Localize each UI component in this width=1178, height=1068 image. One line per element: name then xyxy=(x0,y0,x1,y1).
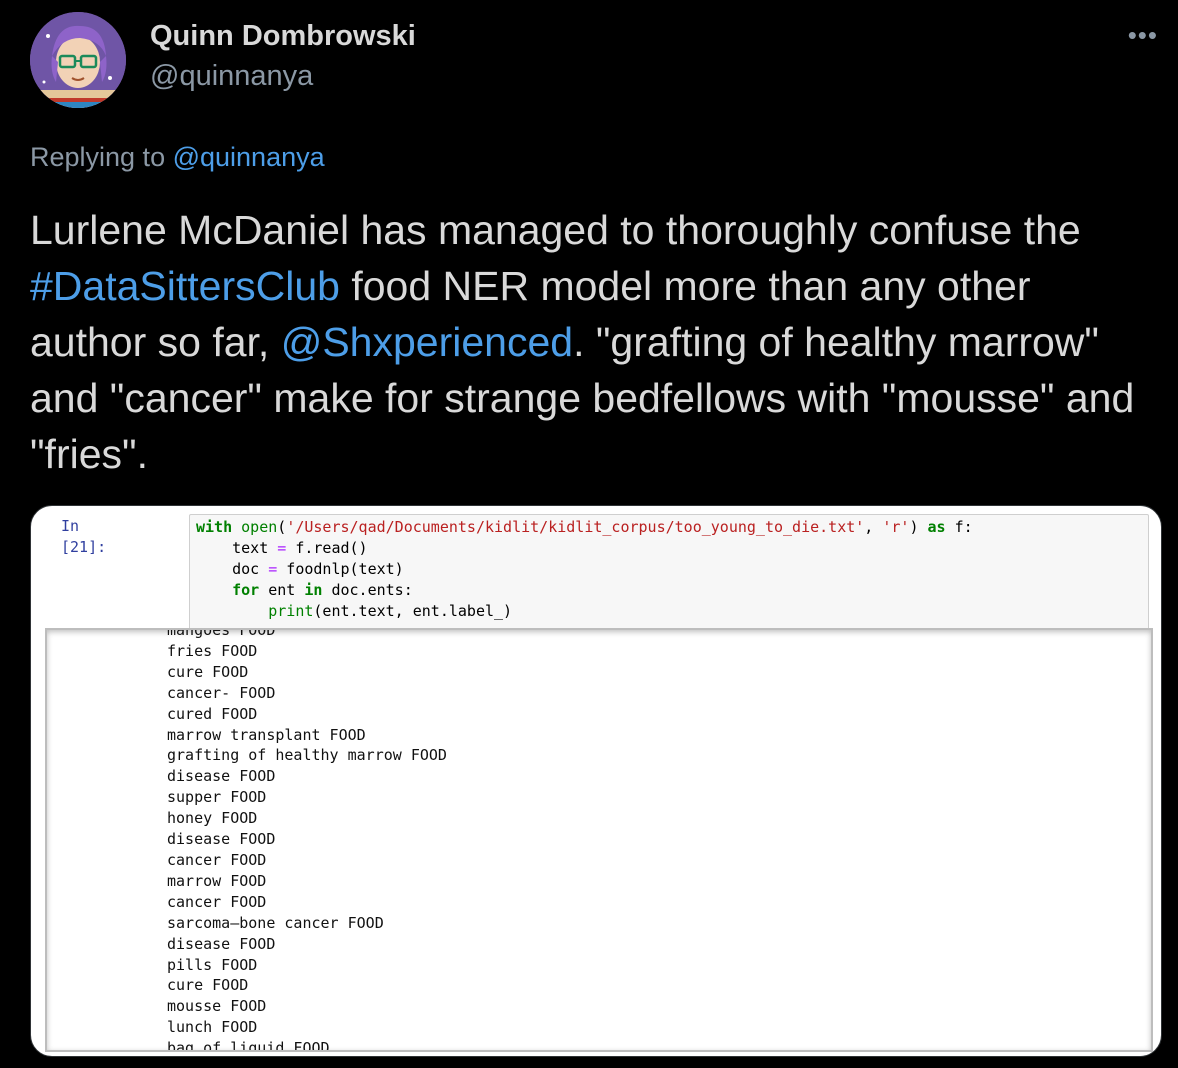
code-input: with open('/Users/qad/Documents/kidlit/k… xyxy=(189,514,1149,630)
tweet-text: Lurlene McDaniel has managed to thorough… xyxy=(30,202,1150,482)
output-line: cancer FOOD xyxy=(167,892,267,911)
output-line: honey FOOD xyxy=(167,809,258,828)
cell-output[interactable]: mangoes FOOD fries FOOD cure FOOD cancer- F… xyxy=(45,628,1153,1052)
reply-prefix: Replying to xyxy=(30,142,173,172)
code-token: = xyxy=(268,560,278,578)
code-token: f.read() xyxy=(286,539,368,557)
code-token: = xyxy=(277,539,287,557)
cell-prompt: In [21]: xyxy=(61,517,107,556)
more-options-icon[interactable]: ••• xyxy=(1128,20,1158,51)
output-line: sarcoma—bone cancer FOOD xyxy=(167,913,384,932)
author-handle[interactable]: @quinnanya xyxy=(150,60,313,93)
reply-handle-link[interactable]: @quinnanya xyxy=(173,142,325,172)
output-line: marrow FOOD xyxy=(167,871,267,890)
code-token: '/Users/qad/Documents/kidlit/kidlit_corp… xyxy=(286,518,865,536)
tweet-header: Quinn Dombrowski @quinnanya ••• xyxy=(30,12,1160,112)
output-line: cured FOOD xyxy=(167,704,258,723)
code-token: ) xyxy=(909,518,928,536)
output-line: mousse FOOD xyxy=(167,997,267,1016)
output-line: mangoes FOOD xyxy=(167,628,276,639)
output-line: cancer- FOOD xyxy=(167,683,276,702)
author-name[interactable]: Quinn Dombrowski xyxy=(150,20,416,53)
output-line: pills FOOD xyxy=(167,955,258,974)
code-token: 'r' xyxy=(882,518,910,536)
avatar-illustration xyxy=(30,12,126,108)
avatar[interactable] xyxy=(30,12,126,108)
tweet-text-part: Lurlene McDaniel has managed to thorough… xyxy=(30,207,1081,253)
output-line: cure FOOD xyxy=(167,976,249,995)
code-token: doc.ents: xyxy=(322,581,413,599)
code-token: , xyxy=(864,518,883,536)
hashtag-link[interactable]: #DataSittersClub xyxy=(30,263,340,309)
code-token: as xyxy=(927,518,946,536)
code-token: foodnlp(text) xyxy=(277,560,404,578)
output-line: disease FOOD xyxy=(167,767,276,786)
media-image[interactable]: In [21]: with open('/Users/qad/Documents… xyxy=(30,505,1162,1057)
output-line: supper FOOD xyxy=(167,788,267,807)
output-line: cancer FOOD xyxy=(167,850,267,869)
output-line: cure FOOD xyxy=(167,662,249,681)
code-token: ( xyxy=(277,518,287,536)
output-line: disease FOOD xyxy=(167,830,276,849)
reply-context: Replying to @quinnanya xyxy=(30,142,325,173)
code-token: in xyxy=(304,581,323,599)
code-token: ent xyxy=(259,581,305,599)
output-line: lunch FOOD xyxy=(167,1018,258,1037)
code-token: print xyxy=(268,602,314,620)
output-line: fries FOOD xyxy=(167,641,258,660)
mention-link[interactable]: @Shxperienced xyxy=(281,319,573,365)
code-token: (ent.text, ent.label_) xyxy=(313,602,513,620)
output-line: grafting of healthy marrow FOOD xyxy=(167,746,447,765)
code-token: with xyxy=(196,518,233,536)
code-token: f: xyxy=(945,518,973,536)
code-token: doc xyxy=(196,560,269,578)
output-line: bag of liquid FOOD xyxy=(167,1039,330,1052)
output-line: disease FOOD xyxy=(167,934,276,953)
code-token: open xyxy=(241,518,278,536)
code-token: text xyxy=(196,539,278,557)
output-list: mangoes FOOD fries FOOD cure FOOD cancer- F… xyxy=(167,628,447,1052)
output-line: marrow transplant FOOD xyxy=(167,725,366,744)
code-token: for xyxy=(232,581,260,599)
